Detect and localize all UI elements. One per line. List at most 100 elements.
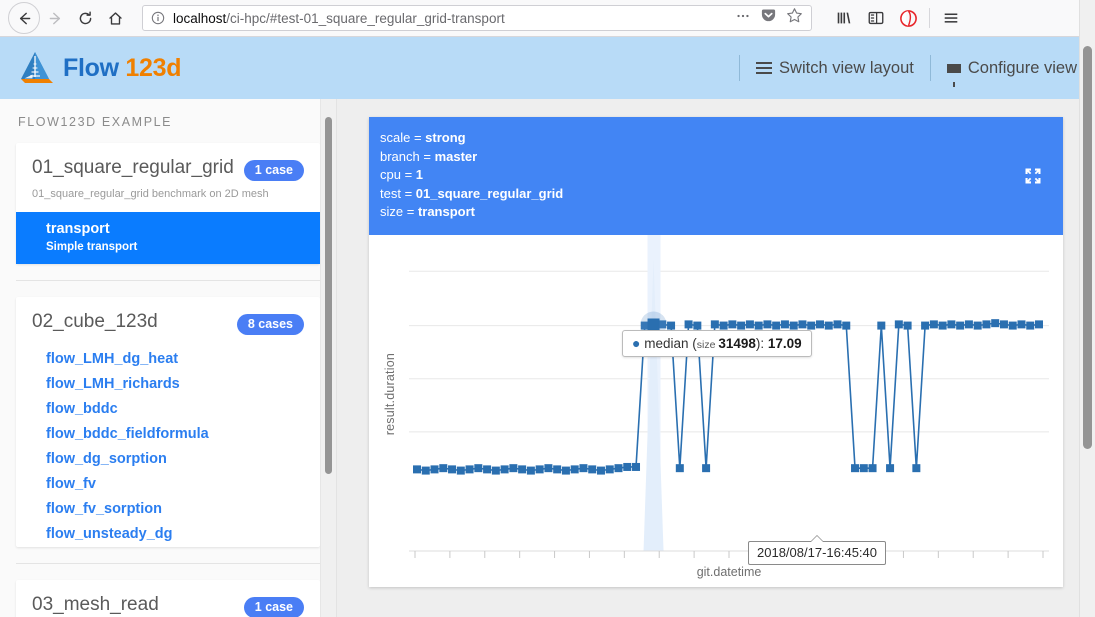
switch-view-layout-label: Switch view layout (779, 58, 914, 77)
toolbar-divider (929, 8, 930, 28)
sidebar-scrollbar-thumb[interactable] (325, 117, 332, 474)
info-row-test: test = 01_square_regular_grid (380, 185, 1047, 204)
expand-arrows-icon[interactable] (1023, 166, 1043, 186)
sidebar-content: FLOW123D EXAMPLE 01_square_regular_grid … (0, 99, 336, 617)
back-button[interactable] (8, 2, 40, 34)
info-row-scale: scale = strong (380, 129, 1047, 148)
group-card: 03_mesh_read 1 case (16, 580, 320, 617)
page-info-icon[interactable] (151, 11, 165, 25)
info-key-test: test = (380, 185, 416, 201)
address-bar[interactable]: localhost/ci-hpc/#test-01_square_regular… (142, 5, 812, 31)
group-case-badge: 1 case (243, 160, 304, 181)
group-header[interactable]: 01_square_regular_grid 1 case 01_square_… (16, 143, 320, 212)
app-logo-text: Flow 123d (63, 54, 181, 83)
tooltip-marker-dot: ● (632, 335, 641, 351)
chart-panel: scale = strong branch = master cpu = 1 t… (369, 117, 1063, 587)
logo-text-flow: Flow (63, 53, 126, 82)
group-name: 01_square_regular_grid (32, 157, 234, 178)
sidebar-scrollbar-track[interactable] (320, 99, 336, 617)
sidebar-icon[interactable] (860, 3, 892, 33)
reload-button[interactable] (70, 3, 100, 33)
sidebar-group-01_square_regular_grid: 01_square_regular_grid 1 case 01_square_… (16, 143, 320, 264)
plot-region[interactable]: git.datetime (409, 235, 1049, 587)
app-body: FLOW123D EXAMPLE 01_square_regular_grid … (0, 99, 1095, 617)
group-case-badge: 8 cases (236, 314, 304, 335)
tooltip-size-key: size (696, 339, 719, 351)
sidebar-case-flow_fv[interactable]: flow_fv (16, 472, 320, 497)
sidebar-case-flow_fv_sorption[interactable]: flow_fv_sorption (16, 497, 320, 522)
configure-view-label: Configure view (967, 58, 1077, 77)
info-row-size: size = transport (380, 203, 1047, 222)
tooltip-separator: ): (755, 336, 768, 351)
forward-arrow-icon (49, 12, 60, 24)
app-header: Flow 123d Switch view layout Configure v… (0, 37, 1095, 99)
switch-view-layout-button[interactable]: Switch view layout (756, 59, 914, 78)
sidebar-case-flow_LMH_dg_heat[interactable]: flow_LMH_dg_heat (16, 347, 320, 372)
chart-area[interactable]: result.duration git.datetime ● median (s… (369, 235, 1063, 587)
group-description: 01_square_regular_grid benchmark on 2D m… (32, 188, 269, 200)
group-card: 02_cube_123d 8 cases flow_LMH_dg_heat fl… (16, 297, 320, 547)
tooltip-size-value: 31498 (718, 336, 756, 351)
sidebar-case-flow_bddc[interactable]: flow_bddc (16, 397, 320, 422)
sidebar-case-flow_LMH_richards[interactable]: flow_LMH_richards (16, 372, 320, 397)
home-button[interactable] (100, 3, 130, 33)
page-scrollbar-thumb[interactable] (1083, 46, 1092, 449)
info-value-size: transport (417, 204, 475, 220)
sidebar-case-flow_dg_sorption[interactable]: flow_dg_sorption (16, 447, 320, 472)
chart-series-svg (409, 235, 1049, 558)
url-text: localhost/ci-hpc/#test-01_square_regular… (173, 11, 505, 26)
forward-button[interactable] (40, 3, 70, 33)
chart-value-tooltip: ● median (size 31498): 17.09 (622, 330, 812, 357)
configure-view-button[interactable]: Configure view (946, 58, 1077, 87)
sidebar-group-03_mesh_read: 03_mesh_read 1 case (16, 580, 320, 617)
sidebar-group-02_cube_123d: 02_cube_123d 8 cases flow_LMH_dg_heat fl… (16, 297, 320, 547)
info-value-cpu: 1 (415, 167, 424, 183)
tooltip-value: 17.09 (767, 336, 802, 351)
logo-text-123d: 123d (125, 53, 182, 82)
info-row-branch: branch = master (380, 148, 1047, 167)
header-divider-1 (739, 55, 741, 81)
info-key-cpu: cpu = (380, 167, 416, 183)
back-arrow-icon (19, 12, 30, 24)
sidebar-case-flow_unsteady_dg[interactable]: flow_unsteady_dg (16, 522, 320, 547)
info-value-branch: master (434, 148, 478, 164)
library-icon[interactable] (828, 3, 860, 33)
sidebar-case-transport[interactable]: transport Simple transport (16, 212, 320, 264)
chart-x-axis-tooltip: 2018/08/17-16:45:40 (748, 535, 886, 565)
url-path: /ci-hpc/#test-01_square_regular_grid-tra… (226, 10, 505, 26)
group-name: 03_mesh_read (32, 594, 159, 615)
group-case-badge: 1 case (243, 597, 304, 617)
info-row-cpu: cpu = 1 (380, 166, 1047, 185)
sidebar-divider-1 (16, 280, 320, 281)
group-name: 02_cube_123d (32, 311, 158, 332)
hamburger-menu-icon[interactable] (935, 3, 967, 33)
sidebar: FLOW123D EXAMPLE 01_square_regular_grid … (0, 99, 337, 617)
header-divider-2 (929, 55, 931, 81)
info-key-size: size = (380, 204, 418, 220)
page-scrollbar-track[interactable] (1079, 0, 1095, 617)
pocket-icon[interactable] (760, 7, 777, 29)
sidebar-title: FLOW123D EXAMPLE (18, 115, 173, 129)
star-icon[interactable] (786, 7, 803, 29)
chart-info-bar: scale = strong branch = master cpu = 1 t… (369, 117, 1063, 235)
page-actions-icon[interactable] (735, 8, 751, 29)
header-actions: Switch view layout Configure view (723, 55, 1077, 87)
firefox-account-icon[interactable] (892, 3, 924, 33)
group-header[interactable]: 03_mesh_read 1 case (16, 580, 320, 617)
sidebar-divider-2 (16, 563, 320, 564)
info-key-scale: scale = (380, 130, 426, 145)
info-value-test: 01_square_regular_grid (415, 185, 564, 201)
case-name: transport (46, 221, 110, 237)
info-key-branch: branch = (380, 148, 435, 164)
tooltip-label: median ( (644, 336, 697, 351)
group-header[interactable]: 02_cube_123d 8 cases (16, 297, 320, 347)
filter-funnel-icon (946, 63, 961, 87)
reload-icon (79, 10, 91, 24)
group-card: 01_square_regular_grid 1 case 01_square_… (16, 143, 320, 264)
sidebar-case-flow_bddc_fieldformula[interactable]: flow_bddc_fieldformula (16, 422, 320, 447)
app-logo[interactable]: Flow 123d (18, 50, 181, 86)
y-axis-label: result.duration (383, 353, 397, 436)
browser-toolbar-right (828, 3, 967, 33)
x-axis-label: git.datetime (696, 565, 762, 579)
layout-lines-icon (756, 62, 773, 75)
